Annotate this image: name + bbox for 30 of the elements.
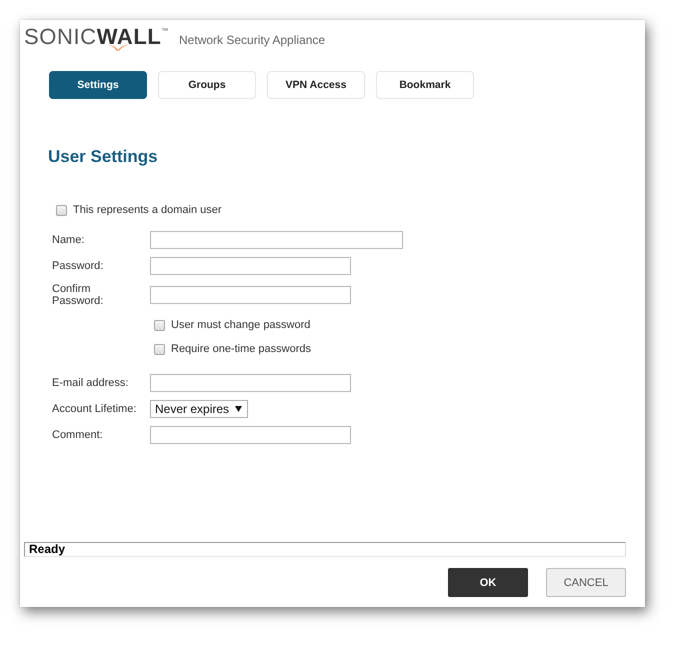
field-label: Confirm Password:: [52, 283, 104, 307]
product-name: Network Security Appliance: [179, 33, 326, 47]
field-label: Account Lifetime:: [52, 403, 136, 415]
tab[interactable]: VPN Access: [267, 71, 365, 99]
input-field[interactable]: [150, 257, 351, 275]
field-label: Name:: [52, 234, 84, 246]
field-label: Comment:: [52, 429, 103, 441]
swoosh-icon: [107, 44, 129, 51]
field-label: E-mail address:: [52, 377, 128, 389]
input-field[interactable]: [150, 374, 351, 392]
checkbox-label: User must change password: [171, 319, 310, 331]
section-heading: User Settings: [48, 147, 158, 167]
field-label: Password:: [52, 260, 104, 272]
logo-text: SONICWALL$^{™}$: [24, 28, 170, 45]
checkbox[interactable]: [56, 204, 67, 216]
tab[interactable]: Groups: [158, 71, 256, 99]
checkbox[interactable]: [154, 320, 165, 330]
tab[interactable]: Bookmark: [376, 71, 474, 99]
ok-button[interactable]: OK: [448, 568, 528, 597]
tab[interactable]: Settings: [49, 71, 147, 99]
caret-icon: [235, 406, 242, 412]
input-field[interactable]: [150, 231, 403, 249]
input-field[interactable]: [150, 286, 351, 304]
checkbox[interactable]: [154, 344, 165, 354]
dropdown[interactable]: Never expires: [150, 400, 248, 418]
checkbox-label: Require one-time passwords: [171, 343, 312, 355]
checkbox-label: This represents a domain user: [73, 204, 222, 216]
status-text: Ready: [29, 543, 66, 556]
input-field[interactable]: [150, 426, 351, 444]
cancel-button[interactable]: CANCEL: [546, 568, 626, 597]
